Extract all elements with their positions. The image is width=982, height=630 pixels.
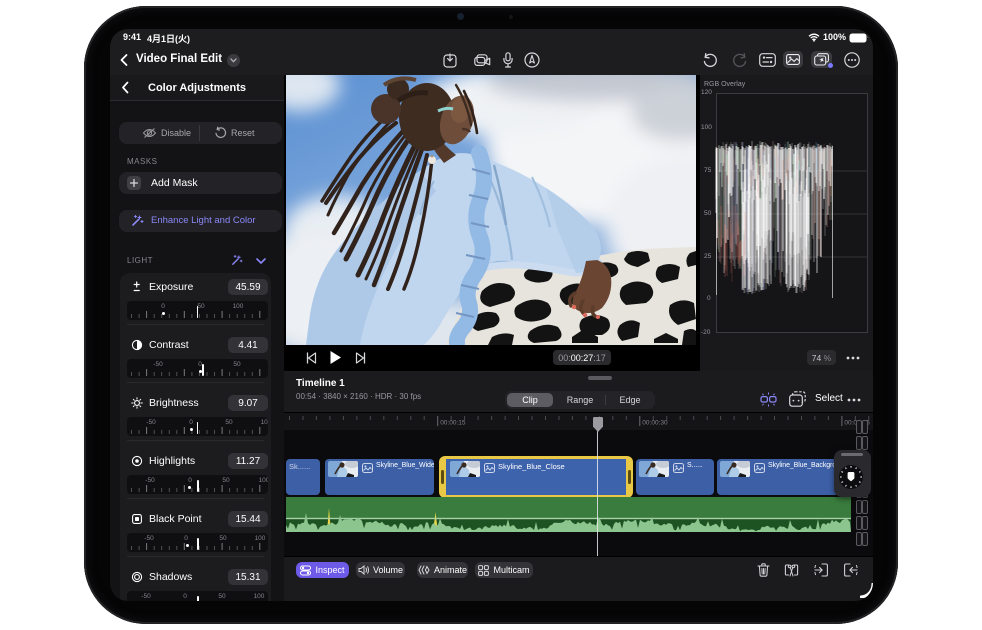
svg-text:00:00:15: 00:00:15	[440, 420, 466, 427]
svg-text:00:00:30: 00:00:30	[642, 420, 668, 427]
